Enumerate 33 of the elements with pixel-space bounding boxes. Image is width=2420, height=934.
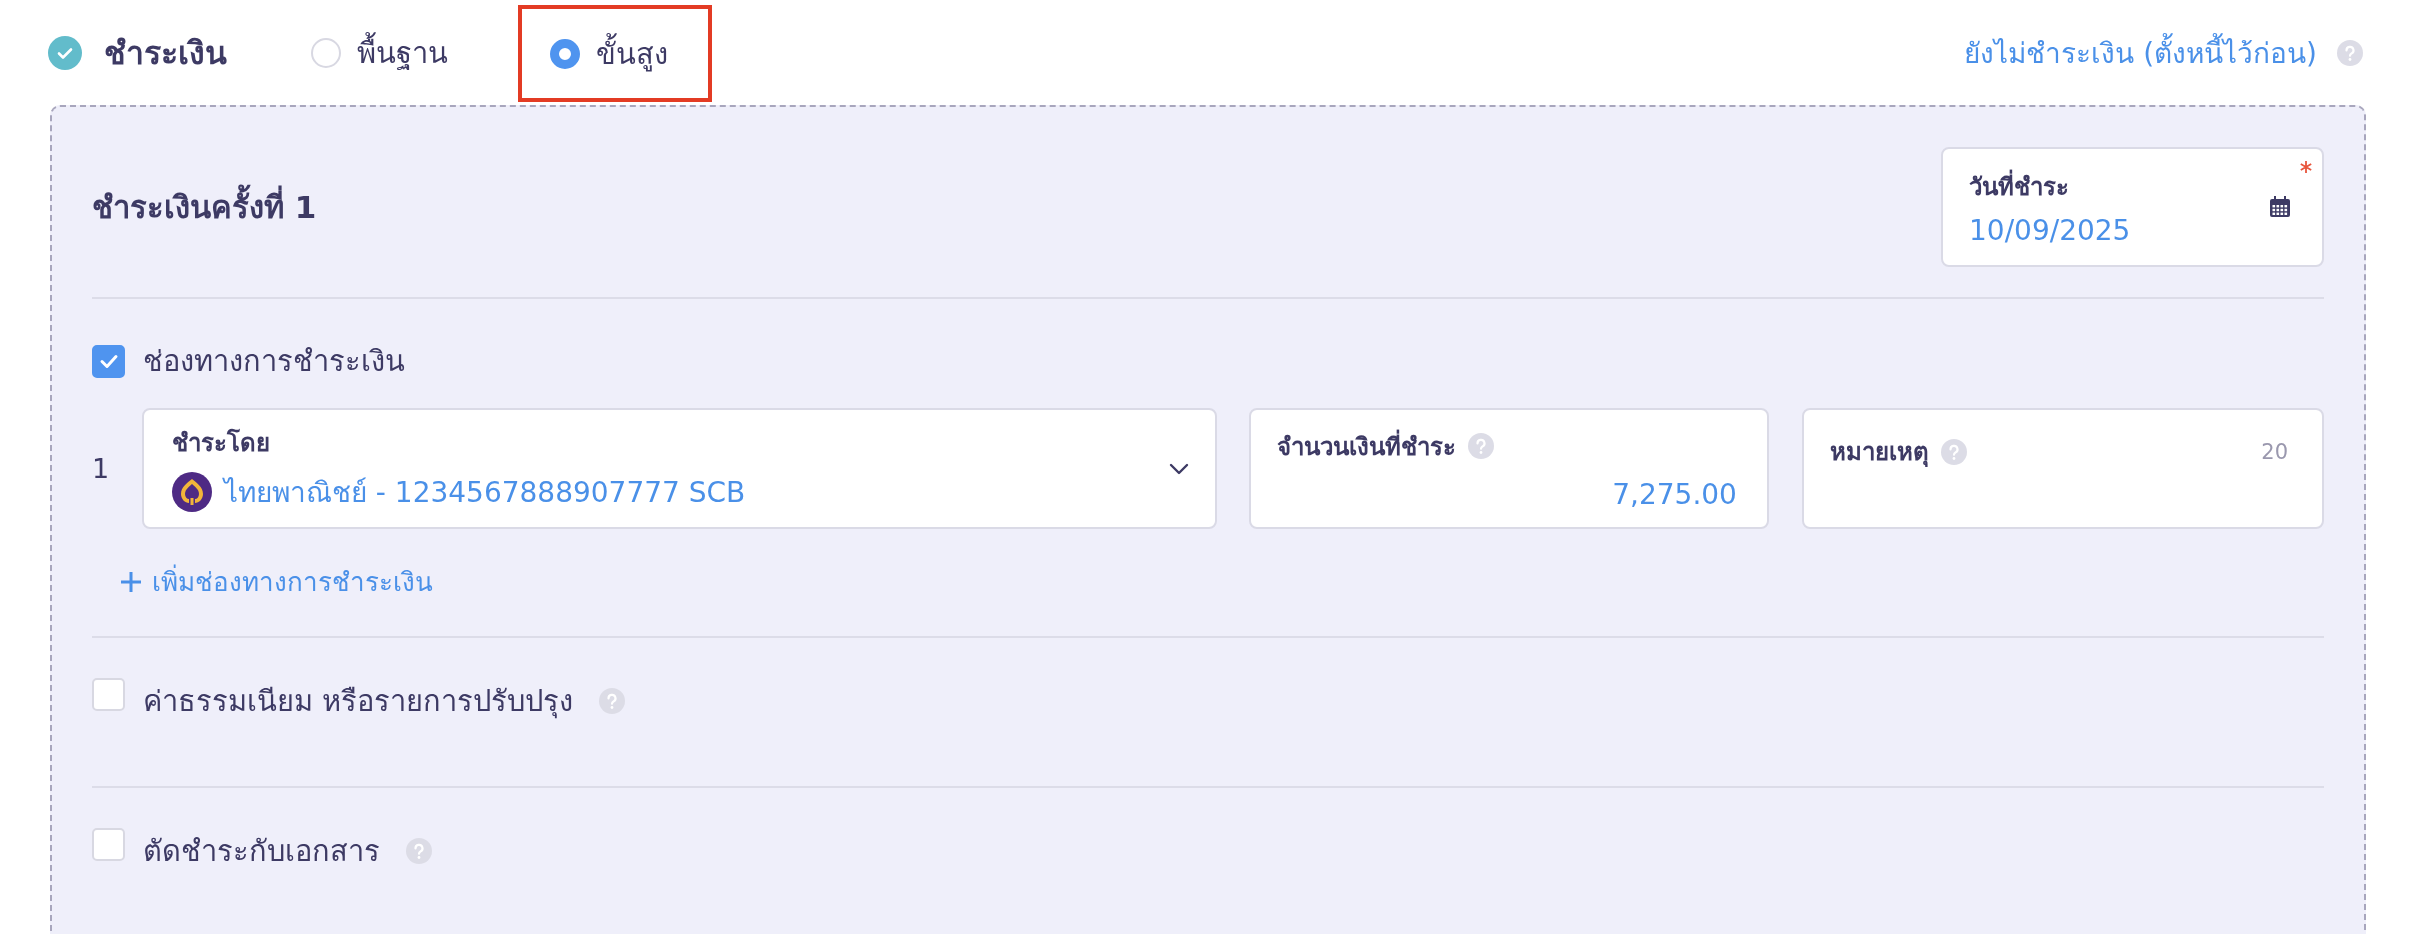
help-icon — [2337, 39, 2363, 66]
field-label: ชำระโดย — [171, 427, 271, 459]
character-counter: 20 — [2261, 439, 2288, 464]
bank-emblem-icon — [171, 472, 212, 512]
field-value: ไทยพาณิชย์ - 1234567888907777 SCB — [223, 475, 746, 511]
date-field[interactable]: วันที่ชำระ 10/09/2025 — [1941, 147, 2324, 267]
checkbox-label: ช่องทางการชำระเงิน — [143, 343, 405, 380]
field-label: วันที่ชำระ — [1969, 167, 2131, 206]
field-value: 10/09/2025 — [1969, 214, 2131, 247]
help-icon — [406, 838, 432, 864]
checkbox[interactable] — [92, 344, 125, 378]
help-icon — [599, 688, 626, 714]
plus-icon — [120, 570, 142, 593]
highlighted-radio-option[interactable]: ขั้นสูง — [518, 5, 712, 102]
checkbox-label: ค่าธรรมเนียม หรือรายการปรับปรุง — [143, 683, 574, 721]
section-title: ชำระเงิน — [104, 33, 227, 74]
radio-label: พื้นฐาน — [357, 29, 448, 76]
help-icon — [1940, 438, 1967, 465]
radio-button[interactable] — [550, 38, 580, 69]
field-value: 7,275.00 — [1612, 477, 1737, 511]
field-label: จำนวนเงินที่ชำระ — [1276, 426, 1456, 466]
radio-label: ขั้นสูง — [596, 30, 668, 77]
radio-option[interactable]: พื้นฐาน — [311, 4, 478, 101]
installment-title: ชำระเงินครั้งที่ 1 — [92, 182, 317, 232]
calendar-icon — [2268, 195, 2292, 219]
help-icon — [1467, 433, 1494, 459]
checkbox-label: ตัดชำระกับเอกสาร — [143, 833, 380, 870]
payment-method-select[interactable]: ชำระโดย ไทยพาณิชย์ - 1234567888907777 SCB — [141, 408, 1217, 529]
note-field[interactable]: หมายเหตุ 20 — [1801, 408, 2324, 529]
chevron-down-icon — [1168, 462, 1189, 475]
row-number: 1 — [92, 453, 111, 484]
amount-field[interactable]: จำนวนเงินที่ชำระ 7,275.00 — [1248, 408, 1769, 529]
field-label: หมายเหตุ — [1829, 437, 1929, 469]
